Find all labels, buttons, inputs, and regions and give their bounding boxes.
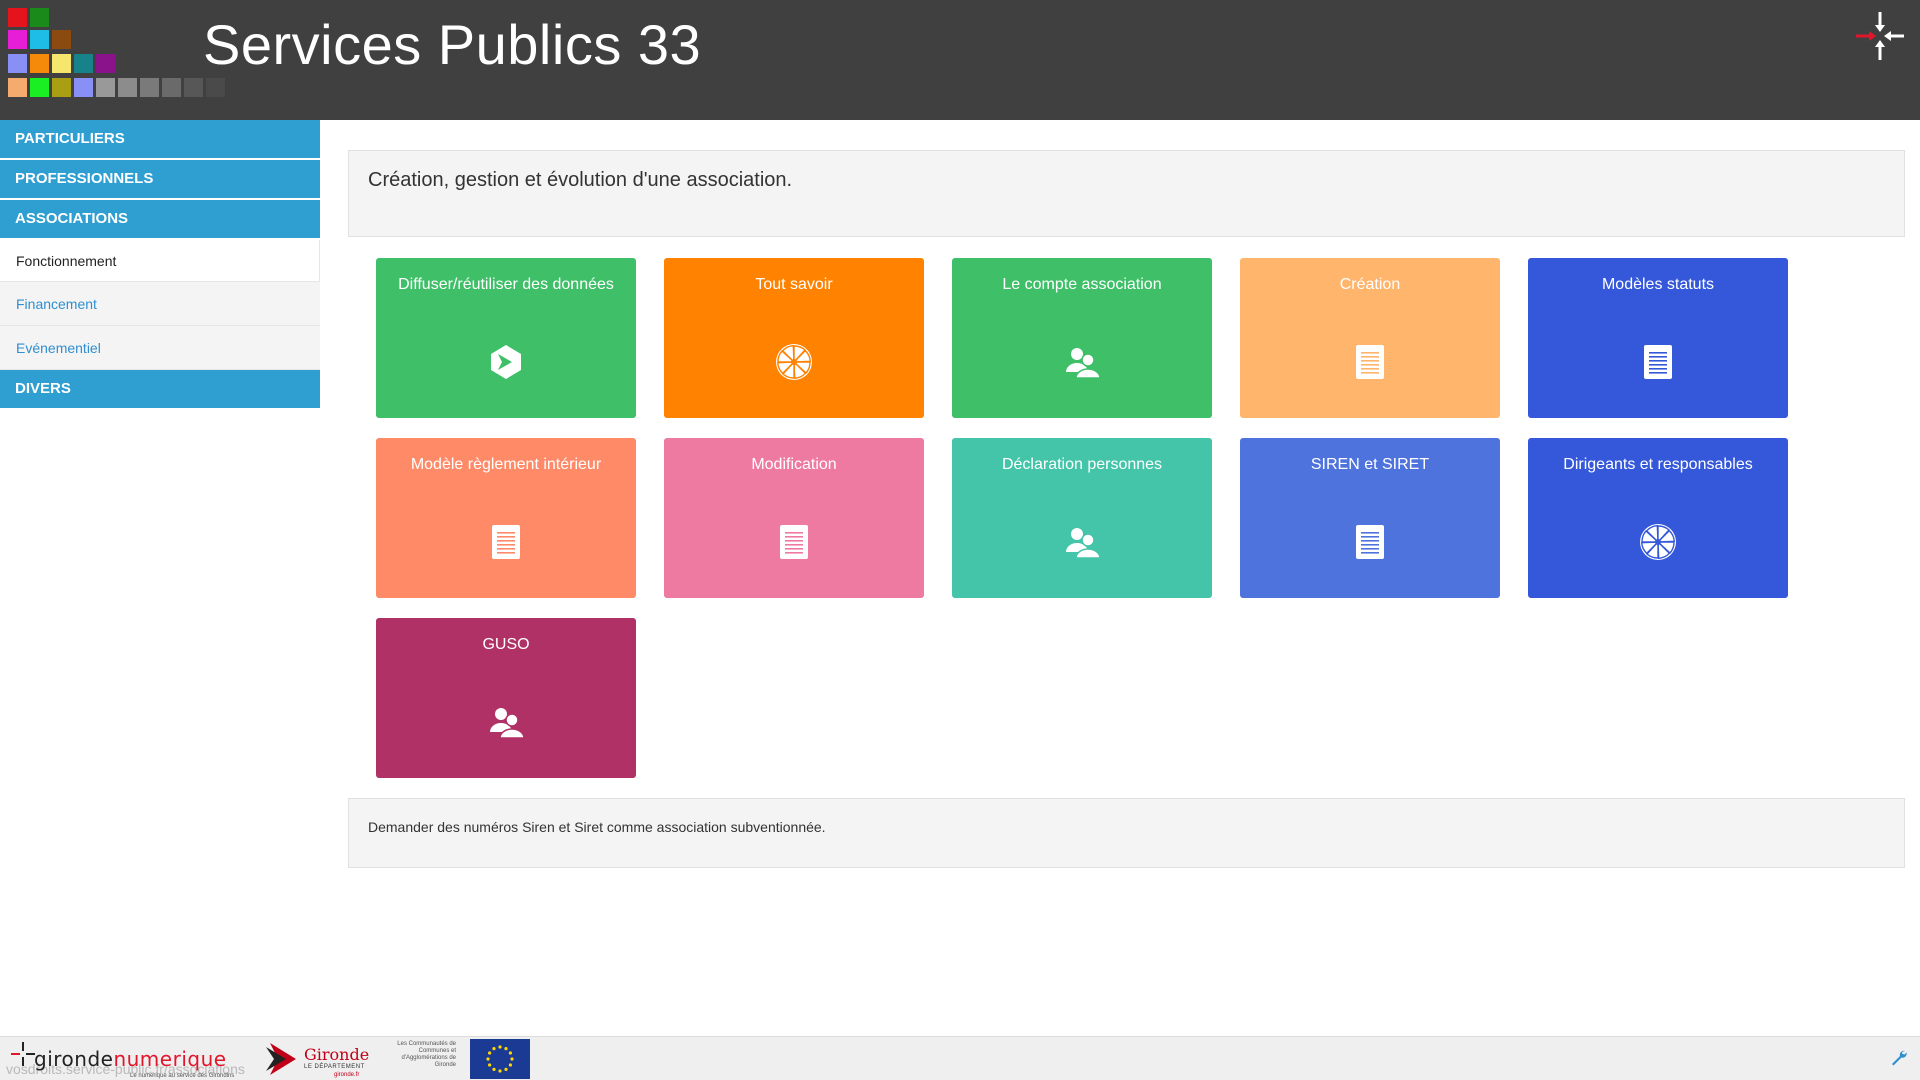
nav-associations[interactable]: ASSOCIATIONS [0, 200, 320, 240]
app-header: Services Publics 33 [0, 0, 1920, 120]
palette-swatch[interactable] [8, 8, 27, 27]
tile-label: Tout savoir [755, 276, 833, 293]
tile-3[interactable]: Le compte association [952, 258, 1212, 418]
nav-professionnels[interactable]: PROFESSIONNELS [0, 160, 320, 200]
document-icon [780, 525, 808, 559]
tile-label: Dirigeants et responsables [1563, 456, 1753, 473]
gironde-subtitle: LE DÉPARTEMENT [304, 1064, 365, 1070]
nav-particuliers[interactable]: PARTICULIERS [0, 120, 320, 160]
communautes-logo[interactable]: Les Communautés de Communes et d'Agglomé… [392, 1041, 456, 1077]
document-icon [1356, 525, 1384, 559]
palette-swatch[interactable] [118, 78, 137, 97]
tile-5[interactable]: Modèles statuts [1528, 258, 1788, 418]
users-icon [1066, 348, 1101, 379]
palette-swatch[interactable] [184, 78, 203, 97]
tile-9[interactable]: SIREN et SIRET [1240, 438, 1500, 598]
nav-sub-financement[interactable]: Financement [0, 282, 320, 326]
palette-swatch[interactable] [74, 54, 93, 73]
tile-4[interactable]: Création [1240, 258, 1500, 418]
palette-swatch[interactable] [52, 78, 71, 97]
footer: vosdroits.service-public.fr/associations… [0, 1036, 1920, 1080]
gironde-numerique-arrows-icon [11, 1042, 35, 1066]
wrench-icon[interactable] [1890, 1049, 1908, 1067]
tile-label: Le compte association [1002, 276, 1162, 293]
palette-swatch[interactable] [52, 30, 71, 49]
palette-swatch[interactable] [96, 78, 115, 97]
data-share-icon [491, 345, 521, 379]
palette-swatch[interactable] [52, 54, 71, 73]
tile-1[interactable]: Diffuser/réutiliser des données [376, 258, 636, 418]
tile-label: SIREN et SIRET [1310, 456, 1430, 473]
tile-label: Création [1339, 276, 1401, 293]
eu-flag-icon[interactable] [470, 1039, 530, 1079]
site-title[interactable]: Services Publics 33 [203, 10, 701, 80]
tile-10[interactable]: Dirigeants et responsables [1528, 438, 1788, 598]
palette-swatch[interactable] [30, 30, 49, 49]
palette-swatch[interactable] [8, 54, 27, 73]
gironde-shape-icon [266, 1043, 296, 1075]
tile-8[interactable]: Déclaration personnes [952, 438, 1212, 598]
tile-7[interactable]: Modification [664, 438, 924, 598]
gironde-url: gironde.fr [334, 1072, 360, 1078]
palette-swatch[interactable] [30, 78, 49, 97]
tile-2[interactable]: Tout savoir [664, 258, 924, 418]
tile-label: Modification [751, 456, 837, 473]
tile-label: GUSO [482, 636, 530, 653]
palette-swatch[interactable] [8, 78, 27, 97]
palette-swatch[interactable] [30, 8, 49, 27]
document-icon [1644, 345, 1672, 379]
gironde-name: Gironde [304, 1045, 370, 1064]
palette-swatch[interactable] [8, 30, 27, 49]
intro-text: Création, gestion et évolution d'une ass… [368, 169, 793, 191]
description-text: Demander des numéros Siren et Siret comm… [368, 819, 826, 835]
palette-swatch[interactable] [74, 78, 93, 97]
aperture-icon [776, 344, 812, 380]
gironde-numerique-logo[interactable]: girondenumerique Le numérique au service… [10, 1041, 260, 1079]
palette-swatch[interactable] [140, 78, 159, 97]
tile-label: Modèle règlement intérieur [410, 456, 602, 473]
gironde-numerique-arrows-icon[interactable] [1854, 10, 1906, 62]
eu-stars-icon [486, 1045, 514, 1073]
palette-swatch[interactable] [30, 54, 49, 73]
nav-sub-fonctionnement[interactable]: Fonctionnement [0, 240, 320, 282]
tile-11[interactable]: GUSO [376, 618, 636, 778]
tile-6[interactable]: Modèle règlement intérieur [376, 438, 636, 598]
document-icon [492, 525, 520, 559]
aperture-icon [1640, 524, 1676, 560]
palette-swatch[interactable] [206, 78, 225, 97]
tile-label: Modèles statuts [1601, 276, 1715, 293]
users-icon [1066, 528, 1101, 559]
gironde-numerique-tagline: Le numérique au service des Girondins [130, 1073, 235, 1079]
nav-divers[interactable]: DIVERS [0, 370, 320, 410]
palette-swatch[interactable] [96, 54, 115, 73]
gironde-numerique-wordmark: girondenumerique [34, 1047, 227, 1071]
tile-label: Déclaration personnes [1001, 456, 1163, 473]
tile-grid: Diffuser/réutiliser des données Tout savo… [376, 258, 1876, 778]
tile-label: Diffuser/réutiliser des données [398, 276, 614, 293]
sidebar-nav: PARTICULIERS PROFESSIONNELS ASSOCIATIONS… [0, 120, 320, 410]
gironde-departement-logo[interactable]: Gironde LE DÉPARTEMENT gironde.fr [266, 1039, 378, 1079]
intro-panel: Création, gestion et évolution d'une ass… [348, 150, 1905, 237]
users-icon [490, 708, 525, 739]
document-icon [1356, 345, 1384, 379]
palette-swatch[interactable] [162, 78, 181, 97]
nav-sub-evenementiel[interactable]: Evénementiel [0, 326, 320, 370]
description-panel: Demander des numéros Siren et Siret comm… [348, 798, 1905, 868]
